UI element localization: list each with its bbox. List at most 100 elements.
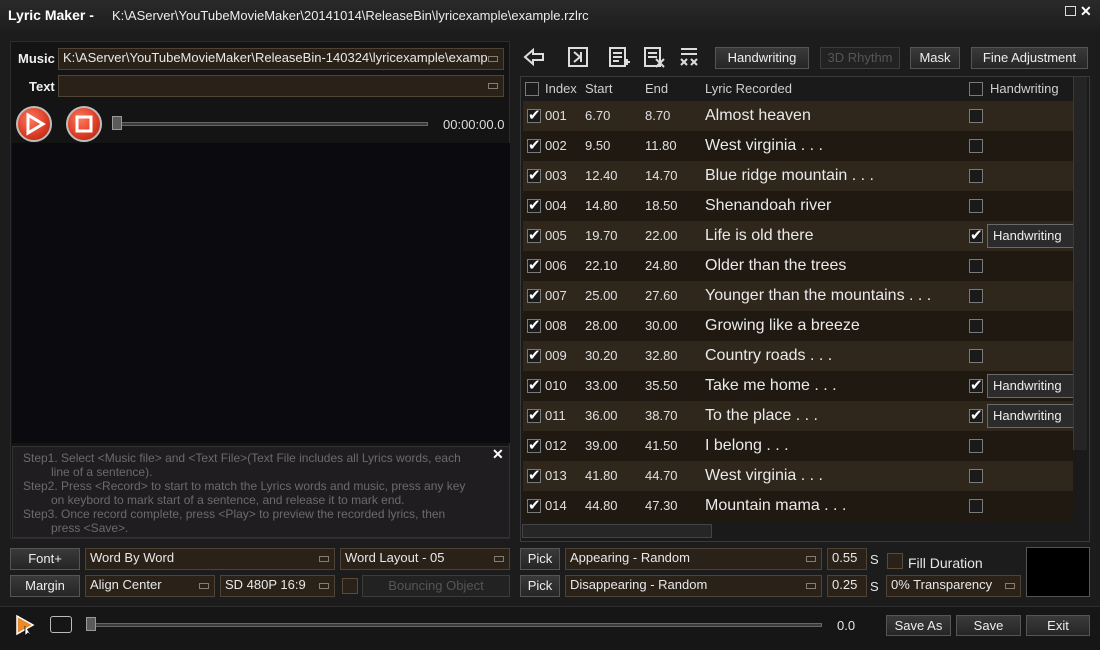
appearing-effect-select[interactable]: Appearing - Random (565, 548, 822, 570)
row-end[interactable]: 11.80 (645, 131, 677, 161)
row-checkbox[interactable] (527, 286, 541, 304)
row-checkbox[interactable] (527, 406, 541, 424)
table-row[interactable]: 005 19.70 22.00 Life is old there Handwritin… (523, 221, 1075, 251)
browse-icon[interactable] (488, 56, 498, 62)
preview-seek-thumb[interactable] (112, 116, 122, 130)
row-lyric[interactable]: Country roads . . . (705, 341, 832, 371)
handwriting-all-checkbox[interactable] (969, 82, 983, 96)
row-lyric[interactable]: West virginia . . . (705, 461, 823, 491)
row-handwriting-checkbox[interactable] (969, 349, 983, 363)
word-layout-select[interactable]: Word Layout - 05 (340, 548, 510, 570)
margin-button[interactable]: Margin (10, 575, 80, 597)
row-lyric[interactable]: Mountain mama . . . (705, 491, 846, 521)
handwriting-button[interactable]: Handwriting (715, 47, 809, 69)
row-start[interactable]: 28.00 (585, 311, 618, 341)
row-handwriting-button[interactable]: Handwriting (987, 404, 1075, 428)
preview-play-icon[interactable] (14, 614, 36, 637)
text-file-field[interactable] (58, 75, 504, 97)
row-checkbox[interactable] (527, 466, 541, 484)
row-handwriting-checkbox[interactable] (969, 259, 983, 273)
row-start[interactable]: 22.10 (585, 251, 618, 281)
row-end[interactable]: 14.70 (645, 161, 678, 191)
row-checkbox[interactable] (527, 226, 541, 244)
row-handwriting-checkbox[interactable] (969, 289, 983, 303)
save-button[interactable]: Save (956, 615, 1021, 636)
fine-adjustment-button[interactable]: Fine Adjustment (971, 47, 1088, 69)
resolution-select[interactable]: SD 480P 16:9 (220, 575, 335, 597)
table-row[interactable]: 008 28.00 30.00 Growing like a breeze (523, 311, 1073, 341)
row-checkbox[interactable] (527, 106, 541, 124)
row-end[interactable]: 30.00 (645, 311, 678, 341)
row-start[interactable]: 33.00 (585, 371, 618, 401)
row-handwriting-checkbox[interactable] (969, 469, 983, 483)
row-handwriting-checkbox[interactable] (969, 439, 983, 453)
row-end[interactable]: 18.50 (645, 191, 678, 221)
row-lyric[interactable]: I belong . . . (705, 431, 789, 461)
preview-window-icon[interactable] (50, 616, 72, 633)
row-end[interactable]: 35.50 (645, 371, 678, 401)
save-as-button[interactable]: Save As (886, 615, 951, 636)
row-handwriting-checkbox[interactable] (969, 406, 983, 424)
row-start[interactable]: 36.00 (585, 401, 618, 431)
timeline-thumb[interactable] (86, 617, 96, 631)
row-lyric[interactable]: Growing like a breeze (705, 311, 860, 341)
grid-horizontal-scrollbar[interactable] (522, 524, 712, 538)
row-start[interactable]: 25.00 (585, 281, 618, 311)
word-mode-select[interactable]: Word By Word (85, 548, 335, 570)
music-file-field[interactable]: K:\AServer\YouTubeMovieMaker\ReleaseBin-… (58, 48, 504, 70)
mask-button[interactable]: Mask (910, 47, 960, 69)
table-row[interactable]: 009 30.20 32.80 Country roads . . . (523, 341, 1073, 371)
row-checkbox[interactable] (527, 436, 541, 454)
align-select[interactable]: Align Center (85, 575, 215, 597)
appearing-seconds-input[interactable]: 0.55 (827, 548, 867, 570)
row-end[interactable]: 24.80 (645, 251, 678, 281)
row-lyric[interactable]: West virginia . . . (705, 131, 823, 161)
play-button[interactable] (16, 106, 52, 142)
restore-icon[interactable] (1065, 6, 1076, 16)
header-index[interactable]: Index (545, 79, 577, 101)
row-start[interactable]: 19.70 (585, 221, 618, 251)
header-lyric[interactable]: Lyric Recorded (705, 79, 792, 101)
row-checkbox[interactable] (527, 376, 541, 394)
table-row[interactable]: 011 36.00 38.70 To the place . . . Handwriti… (523, 401, 1075, 431)
row-handwriting-checkbox[interactable] (969, 169, 983, 183)
row-end[interactable]: 44.70 (645, 461, 678, 491)
table-row[interactable]: 010 33.00 35.50 Take me home . . . Handwriti… (523, 371, 1075, 401)
next-step-icon[interactable] (566, 45, 590, 69)
table-row[interactable]: 014 44.80 47.30 Mountain mama . . . (523, 491, 1073, 521)
row-lyric[interactable]: Blue ridge mountain . . . (705, 161, 874, 191)
row-start[interactable]: 12.40 (585, 161, 618, 191)
delete-line-icon[interactable] (642, 45, 666, 69)
timeline-track[interactable] (90, 623, 822, 627)
add-line-icon[interactable] (607, 45, 631, 69)
clear-all-icon[interactable] (677, 45, 701, 69)
transparency-select[interactable]: 0% Transparency (886, 575, 1021, 597)
row-start[interactable]: 14.80 (585, 191, 618, 221)
table-row[interactable]: 004 14.80 18.50 Shenandoah river (523, 191, 1073, 221)
pick-disappearing-button[interactable]: Pick (520, 575, 560, 597)
row-handwriting-button[interactable]: Handwriting (987, 224, 1075, 248)
row-handwriting-checkbox[interactable] (969, 376, 983, 394)
fill-duration-checkbox[interactable] (887, 553, 903, 569)
table-row[interactable]: 012 39.00 41.50 I belong . . . (523, 431, 1073, 461)
row-lyric[interactable]: Older than the trees (705, 251, 846, 281)
header-handwriting[interactable]: Handwriting (990, 79, 1059, 101)
table-row[interactable]: 006 22.10 24.80 Older than the trees (523, 251, 1073, 281)
row-checkbox[interactable] (527, 346, 541, 364)
row-end[interactable]: 38.70 (645, 401, 678, 431)
header-end[interactable]: End (645, 79, 668, 101)
row-handwriting-checkbox[interactable] (969, 199, 983, 213)
row-lyric[interactable]: Almost heaven (705, 101, 811, 131)
color-swatch[interactable] (1026, 547, 1090, 597)
exit-button[interactable]: Exit (1026, 615, 1090, 636)
disappearing-effect-select[interactable]: Disappearing - Random (565, 575, 822, 597)
table-row[interactable]: 013 41.80 44.70 West virginia . . . (523, 461, 1073, 491)
row-lyric[interactable]: Shenandoah river (705, 191, 831, 221)
disappearing-seconds-input[interactable]: 0.25 (827, 575, 867, 597)
row-checkbox[interactable] (527, 496, 541, 514)
row-handwriting-button[interactable]: Handwriting (987, 374, 1075, 398)
select-all-checkbox[interactable] (525, 82, 539, 96)
table-row[interactable]: 001 6.70 8.70 Almost heaven (523, 101, 1073, 131)
row-end[interactable]: 32.80 (645, 341, 678, 371)
row-checkbox[interactable] (527, 316, 541, 334)
